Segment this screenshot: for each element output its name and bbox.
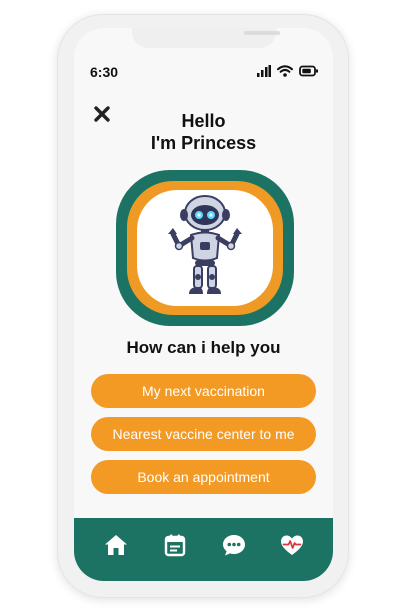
- wifi-icon: [277, 64, 293, 82]
- notch: [132, 28, 280, 48]
- tab-health[interactable]: [279, 532, 305, 558]
- bottom-tab-bar: [74, 518, 333, 581]
- home-icon: [103, 535, 129, 562]
- speaker-grille: [244, 31, 280, 35]
- greeting-line-2: I'm Princess: [150, 133, 257, 153]
- avatar-ring: [127, 181, 283, 315]
- canvas: 6:30 Hello I'm Princess How can i help y…: [0, 0, 408, 612]
- tab-home[interactable]: [103, 532, 129, 558]
- signal-icon: [257, 64, 271, 82]
- avatar-background: [137, 190, 273, 306]
- chat-icon: [221, 535, 247, 562]
- robot-icon: [137, 195, 273, 306]
- help-prompt: How can i help you: [126, 338, 281, 357]
- tab-calendar[interactable]: [162, 532, 188, 558]
- calendar-icon: [162, 534, 188, 562]
- greeting-line-1: Hello: [181, 111, 226, 131]
- option-nearest-center-button[interactable]: Nearest vaccine center to me: [91, 417, 316, 451]
- status-time: 6:30: [90, 64, 119, 80]
- greeting-heading: Hello I'm Princess: [74, 110, 333, 154]
- option-book-appointment-button[interactable]: Book an appointment: [91, 460, 316, 494]
- health-icon: [279, 535, 305, 562]
- option-next-vaccination-button[interactable]: My next vaccination: [91, 374, 316, 408]
- status-icons: [257, 64, 319, 82]
- battery-icon: [299, 64, 319, 82]
- tab-chat[interactable]: [221, 532, 247, 558]
- assistant-avatar-frame: [116, 170, 294, 326]
- phone-screen: 6:30 Hello I'm Princess How can i help y…: [74, 28, 333, 581]
